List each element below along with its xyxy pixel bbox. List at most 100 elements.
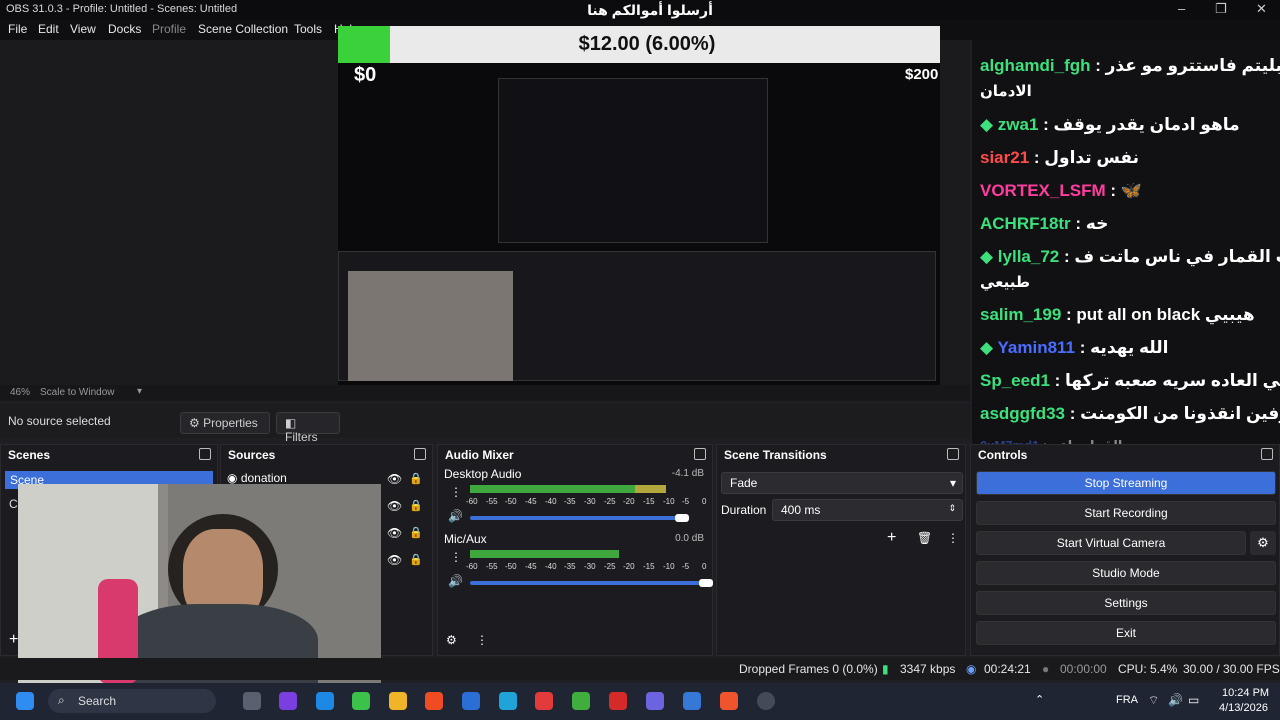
menu-docks[interactable]: Docks [108,22,141,36]
gear-icon[interactable]: ⚙ [1250,531,1276,555]
maximize-icon[interactable]: ❐ [1215,1,1227,17]
windows-start-icon[interactable] [16,692,34,710]
meter-scale-tick: -50 [505,497,517,506]
meter-scale-tick: -30 [584,497,596,506]
filters-button[interactable]: ◧ Filters [276,412,340,444]
meter-scale-tick: -55 [486,497,498,506]
eye-icon[interactable]: 👁 [387,499,402,513]
add-scene-icon[interactable]: + [9,631,18,649]
start-recording-button[interactable]: Start Recording [976,501,1276,525]
obs-icon[interactable] [757,692,775,710]
volume-icon[interactable]: 🔊 [1168,693,1183,707]
clock-time[interactable]: 10:24 PM [1222,687,1269,699]
zoom-mode[interactable]: Scale to Window [40,387,114,398]
properties-label: Properties [203,416,258,430]
transitions-title: Scene Transitions [717,445,965,465]
exit-button[interactable]: Exit [976,621,1276,645]
meter-scale-tick: -25 [604,562,616,571]
start-virtual-camera-button[interactable]: Start Virtual Camera [976,531,1246,555]
scene-item[interactable]: C [9,497,18,511]
opera-icon[interactable] [609,692,627,710]
diamond-icon: ◆ [980,338,998,357]
stepper-icon[interactable]: ⇕ [948,503,956,514]
dock-float-icon[interactable] [694,448,706,460]
app-icon[interactable] [572,692,590,710]
donation-goal-min: $0 [354,64,377,86]
copilot-icon[interactable] [316,692,334,710]
dock-float-icon[interactable] [947,448,959,460]
lock-icon[interactable]: 🔒 [409,499,423,512]
dropped-frames: Dropped Frames 0 (0.0%) [739,662,878,676]
add-transition-icon[interactable]: + [887,529,896,547]
chevron-down-icon[interactable]: ▾ [137,386,142,397]
chevron-up-icon[interactable]: ⌃ [1035,693,1044,706]
volume-slider[interactable] [470,581,706,585]
speaker-icon[interactable]: 🔊 [448,574,463,588]
app-icon[interactable] [425,692,443,710]
dock-float-icon[interactable] [414,448,426,460]
chat-text: الادمان [980,83,1032,100]
app-icon[interactable] [535,692,553,710]
task-view-icon[interactable] [243,692,261,710]
kebab-menu-icon[interactable]: ⋮ [450,485,462,499]
lock-icon[interactable]: 🔒 [409,472,423,485]
volume-slider-handle[interactable] [675,514,689,522]
speaker-icon[interactable]: 🔊 [448,509,463,523]
kebab-menu-icon[interactable]: ⋮ [947,531,959,545]
language-indicator[interactable]: FRA [1116,694,1138,706]
store-icon[interactable] [462,692,480,710]
edge-icon[interactable] [499,692,517,710]
meter-scale-tick: -45 [525,497,537,506]
battery-icon[interactable]: ▭ [1188,693,1199,707]
app-icon[interactable] [352,692,370,710]
cpu-usage: CPU: 5.4% [1118,662,1178,676]
menu-profile[interactable]: Profile [152,22,186,36]
properties-button[interactable]: ⚙ Properties [180,412,270,434]
minimize-icon[interactable]: – [1178,1,1185,16]
chevron-down-icon: ▾ [949,476,956,490]
lock-icon[interactable]: 🔒 [409,526,423,539]
controls-title: Controls [971,445,1279,465]
close-icon[interactable]: ✕ [1256,1,1267,17]
menu-scene-collection[interactable]: Scene Collection [198,22,288,36]
menu-edit[interactable]: Edit [38,22,59,36]
app-icon[interactable] [683,692,701,710]
wifi-icon[interactable]: ⌔ [1148,693,1159,708]
eye-icon[interactable]: 👁 [387,553,402,567]
volume-slider[interactable] [470,516,682,520]
meter-scale-tick: -55 [486,562,498,571]
stream-preview[interactable] [338,26,940,386]
trash-icon[interactable]: 🗑 [917,531,932,545]
menu-file[interactable]: File [8,22,27,36]
meter-scale-tick: -20 [623,562,635,571]
transition-select[interactable]: Fade ▾ [721,472,963,494]
dock-float-icon[interactable] [1261,448,1273,460]
clock-date[interactable]: 4/13/2026 [1219,702,1268,714]
kebab-menu-icon[interactable]: ⋮ [476,633,488,647]
chat-message: asdggfd33 : مشرفين انقذونا من الكومنت [980,402,1280,426]
stop-streaming-button[interactable]: Stop Streaming [976,471,1276,495]
kebab-menu-icon[interactable]: ⋮ [450,550,462,564]
dock-float-icon[interactable] [199,448,211,460]
studio-mode-button[interactable]: Studio Mode [976,561,1276,585]
source-item[interactable]: ◉ donation [227,471,287,485]
discord-icon[interactable] [646,692,664,710]
mixer-title-text: Audio Mixer [445,448,514,462]
meter-scale-tick: -10 [663,562,675,571]
menu-view[interactable]: View [70,22,96,36]
menu-tools[interactable]: Tools [294,22,322,36]
eye-icon[interactable]: 👁 [387,526,402,540]
record-time: 00:00:00 [1060,662,1107,676]
duration-field[interactable]: 400 ms ⇕ [772,499,963,521]
file-explorer-icon[interactable] [389,692,407,710]
lock-icon[interactable]: 🔒 [409,553,423,566]
taskbar-search[interactable]: ⌕ Search [48,689,216,713]
signal-icon: ▮ [882,662,889,676]
app-icon[interactable] [279,692,297,710]
gear-icon[interactable]: ⚙ [446,633,457,647]
settings-button[interactable]: Settings [976,591,1276,615]
brave-icon[interactable] [720,692,738,710]
chat-text: مشرفين انقذونا من الكومنت [1080,404,1280,423]
volume-slider-handle[interactable] [699,579,713,587]
eye-icon[interactable]: 👁 [387,472,402,486]
